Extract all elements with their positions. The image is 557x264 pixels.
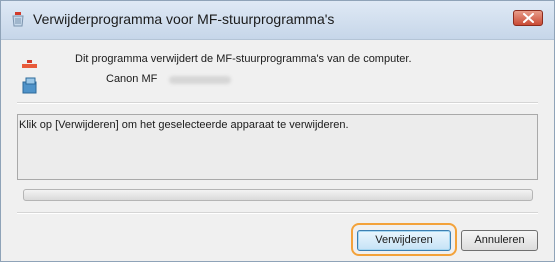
info-text: Klik op [Verwijderen] om het geselecteer… [19,119,349,131]
close-x-icon [523,13,534,23]
separator [17,102,538,104]
cancel-button[interactable]: Annuleren [461,230,538,251]
info-textbox: Klik op [Verwijderen] om het geselecteer… [17,114,538,180]
uninstall-icon [10,11,26,27]
redacted-model [169,76,231,84]
window-title: Verwijderprogramma voor MF-stuurprogramm… [33,11,335,27]
separator [17,212,538,214]
device-name: Canon MF [106,73,158,85]
uninstaller-window: Verwijderprogramma voor MF-stuurprogramm… [0,0,555,262]
remove-button[interactable]: Verwijderen [357,230,451,251]
title-bar: Verwijderprogramma voor MF-stuurprogramm… [1,1,554,40]
dialog-body: Dit programma verwijdert de MF-stuurprog… [1,40,554,261]
uninstall-icon [20,58,40,96]
close-button[interactable] [513,10,543,26]
description-text: Dit programma verwijdert de MF-stuurprog… [75,53,412,65]
progress-bar [23,189,533,201]
